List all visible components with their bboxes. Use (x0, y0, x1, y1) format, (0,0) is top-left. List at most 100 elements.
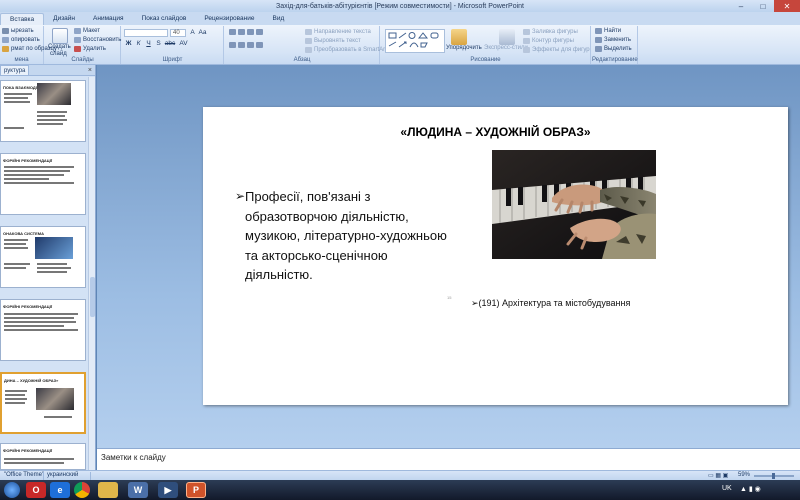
font-name-combo[interactable] (124, 29, 168, 37)
slide-thumbnail[interactable]: ФОРІЙНІ РЕКОМЕНДАЦІЇ (0, 443, 86, 470)
slide-thumbnail[interactable]: ФОРІЙНІ РЕКОМЕНДАЦІЇ (0, 299, 86, 361)
panel-close-icon[interactable]: × (88, 67, 92, 74)
slide-thumbnail[interactable]: ОНАКОВА СИСТЕМА (0, 226, 86, 288)
reset-button[interactable]: Восстановить (74, 37, 121, 43)
maximize-button[interactable]: □ (752, 0, 774, 12)
slide-sub-item[interactable]: ➢(191) Архітектура та містобудування (471, 298, 630, 309)
thumbnail-text-line (37, 115, 65, 117)
delete-icon (74, 46, 81, 52)
tray-icons[interactable]: ▲ ▮ ◉ (740, 485, 761, 493)
shape-effects-button[interactable]: Эффекты для фигур (523, 47, 590, 53)
font-size-combo[interactable]: 40 (170, 29, 186, 37)
font-group: 40 A Aa Ж К Ч S abc AV Шрифт (122, 26, 224, 64)
shadow-button[interactable]: S (154, 40, 163, 48)
zoom-slider[interactable] (754, 473, 794, 479)
change-case-button[interactable]: Aa (198, 29, 207, 37)
find-button[interactable]: Найти (595, 28, 621, 34)
language-indicator[interactable]: украинский (47, 472, 78, 478)
keyboard-language[interactable]: UK (722, 485, 732, 492)
word-icon[interactable]: W (128, 482, 148, 498)
cursor-icon (595, 46, 602, 52)
thumbnail-text-line (4, 182, 74, 184)
bullet-arrow-icon: ➢ (235, 189, 246, 203)
shapes-gallery[interactable] (385, 29, 445, 53)
opera-icon[interactable]: O (26, 482, 46, 498)
editing-group-label: Редактирование (592, 57, 638, 63)
paragraph-group: Направление текста Выровнять текст Преоб… (225, 26, 387, 64)
thumbnail-text-line (4, 101, 30, 103)
theme-name[interactable]: "Office Theme" (4, 472, 44, 478)
drawing-group-label: Рисование (470, 57, 501, 63)
quick-styles-button[interactable]: Экспресс-стили (484, 45, 528, 51)
fill-icon (523, 29, 530, 35)
underline-button[interactable]: Ч (144, 40, 153, 48)
notes-pane[interactable]: Заметки к слайду (97, 448, 800, 470)
slide-canvas[interactable]: «ЛЮДИНА – ХУДОЖНІЙ ОБРАЗ» ➢ Професії, по… (203, 107, 788, 405)
spacing-button[interactable]: AV (178, 40, 189, 48)
align-right-icon (247, 42, 254, 48)
italic-button[interactable]: К (134, 40, 143, 48)
thumbnail-text-line (37, 111, 67, 113)
align-center-icon (238, 42, 245, 48)
shape-outline-button[interactable]: Контур фигуры (523, 38, 574, 44)
smartart-button[interactable]: Преобразовать в SmartArt (305, 47, 387, 53)
new-slide-button[interactable]: Создать (48, 44, 71, 50)
tab-review[interactable]: Рецензирование (195, 13, 263, 25)
start-button[interactable] (4, 482, 20, 498)
panel-scrollbar[interactable] (88, 77, 95, 470)
align-buttons[interactable] (229, 42, 263, 48)
folder-icon[interactable] (98, 482, 118, 498)
shape-fill-button[interactable]: Заливка фигуры (523, 29, 578, 35)
clipboard-group: ырезать опировать рмат по образцу мена (0, 26, 57, 64)
thumbnail-text-line (4, 263, 30, 265)
copy-button[interactable]: опировать (2, 37, 40, 43)
tab-design[interactable]: Дизайн (44, 13, 84, 25)
status-bar: "Office Theme" украинский ▭ ▦ ▣ 59% (0, 470, 800, 480)
thumbnail-text-line (5, 394, 25, 396)
minimize-button[interactable]: – (730, 0, 752, 12)
bold-button[interactable]: Ж (124, 40, 133, 48)
list-buttons[interactable] (229, 29, 263, 35)
piano-photo[interactable] (492, 150, 656, 259)
clipboard-group-label: мена (14, 57, 29, 63)
cut-button[interactable]: ырезать (2, 28, 34, 34)
thumbnail-text-line (37, 123, 63, 125)
arrange-button[interactable]: Упорядочить (446, 45, 482, 51)
zoom-level[interactable]: 59% (738, 472, 750, 478)
text-direction-icon (305, 29, 312, 35)
grow-font-button[interactable]: A (188, 29, 197, 37)
media-icon[interactable]: ▶ (158, 482, 178, 498)
tab-outline[interactable]: руктура (0, 65, 30, 75)
slide-bullet-text[interactable]: ➢ Професії, пов'язані з образотворчою ді… (235, 187, 455, 285)
thumbnail-text-line (4, 462, 64, 464)
panel-scrollbar-thumb[interactable] (90, 277, 95, 317)
tab-slideshow[interactable]: Показ слайдов (133, 13, 196, 25)
scissors-icon (2, 28, 9, 34)
window-controls: – □ ✕ (730, 0, 800, 12)
replace-button[interactable]: Заменить (595, 37, 631, 43)
effects-icon (523, 47, 530, 53)
align-text-button[interactable]: Выровнять текст (305, 38, 361, 44)
slide-title[interactable]: «ЛЮДИНА – ХУДОЖНІЙ ОБРАЗ» (203, 125, 788, 139)
chrome-icon[interactable] (74, 482, 90, 498)
tab-insert[interactable]: Вставка (0, 13, 45, 25)
close-button[interactable]: ✕ (774, 0, 800, 12)
internet-explorer-icon[interactable]: e (50, 482, 70, 498)
tab-animation[interactable]: Анимация (84, 13, 133, 25)
strikethrough-button[interactable]: abc (164, 40, 176, 48)
outline-icon (523, 38, 530, 44)
slide-thumbnail[interactable]: ФОРІЙНІ РЕКОМЕНДАЦІЇ (0, 153, 86, 215)
slide-thumbnail-selected[interactable]: ДИНА – ХУДОЖНІЙ ОБРАЗ» (0, 372, 86, 434)
zoom-slider-thumb[interactable] (772, 473, 775, 479)
thumbnail-text-line (37, 119, 67, 121)
slide-thumbnail[interactable]: ПОКА ВЗАЄМОДІЇ (ПАРИТЕТ) (0, 80, 86, 142)
reset-icon (74, 37, 81, 43)
notes-placeholder: Заметки к слайду (101, 453, 166, 462)
powerpoint-icon[interactable]: P (186, 482, 206, 498)
tab-view[interactable]: Вид (264, 13, 294, 25)
delete-slide-button[interactable]: Удалить (74, 46, 106, 52)
view-buttons[interactable]: ▭ ▦ ▣ (708, 472, 728, 479)
select-button[interactable]: Выделить (595, 46, 632, 52)
layout-button[interactable]: Макет (74, 28, 100, 34)
text-direction-button[interactable]: Направление текста (305, 29, 371, 35)
